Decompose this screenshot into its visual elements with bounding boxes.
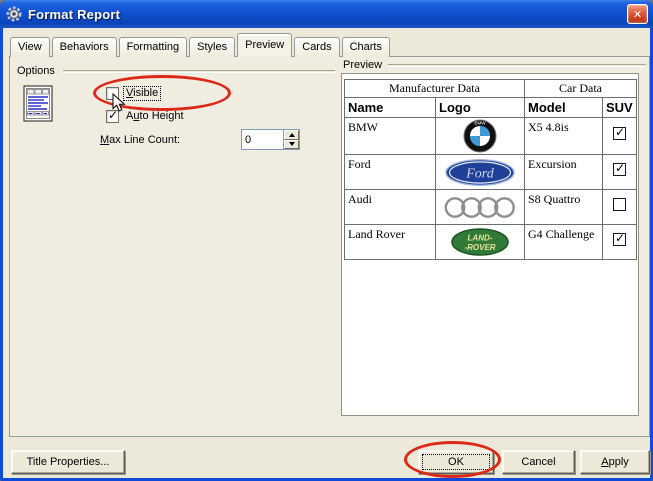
group-header-manufacturer: Manufacturer Data <box>345 80 525 98</box>
apply-button[interactable]: Apply <box>580 450 650 474</box>
ford-logo: Ford <box>445 159 515 186</box>
column-header-logo: Logo <box>436 98 525 118</box>
svg-text:-ROVER: -ROVER <box>464 243 495 252</box>
tab-behaviors[interactable]: Behaviors <box>52 37 117 57</box>
format-report-dialog: Format Report ✕ View Behaviors Formattin… <box>0 0 653 481</box>
cell-name: Audi <box>345 190 436 225</box>
preview-group-label: Preview <box>343 59 382 71</box>
max-line-count-label: Max Line Count: <box>100 134 180 146</box>
visible-checkbox[interactable] <box>106 87 119 100</box>
cell-model: X5 4.8is <box>525 118 603 155</box>
bmw-logo: BMW <box>463 119 497 153</box>
options-group-label: Options <box>17 65 55 77</box>
cell-name: BMW <box>345 118 436 155</box>
column-header-model: Model <box>525 98 603 118</box>
land-rover-logo: LAND- -ROVER <box>451 228 509 256</box>
auto-height-checkbox[interactable] <box>106 110 119 123</box>
preview-table: Manufacturer Data Car Data Name Logo Mod… <box>344 79 637 260</box>
tab-strip: View Behaviors Formatting Styles Preview… <box>10 33 392 57</box>
close-icon[interactable]: ✕ <box>627 4 648 24</box>
dialog-frame: Format Report ✕ View Behaviors Formattin… <box>0 0 653 481</box>
svg-text:LAND-: LAND- <box>468 234 493 243</box>
max-line-count-stepper <box>241 129 300 150</box>
ok-focus-rect <box>422 454 490 470</box>
max-line-count-input[interactable] <box>242 130 283 149</box>
suv-checkbox <box>613 233 626 246</box>
title-properties-button[interactable]: Title Properties... <box>11 450 125 474</box>
cancel-button[interactable]: Cancel <box>502 450 575 474</box>
preview-group-line <box>388 64 646 66</box>
svg-text:Ford: Ford <box>465 166 494 181</box>
cell-name: Ford <box>345 155 436 190</box>
cell-model: Excursion <box>525 155 603 190</box>
table-row: Audi S8 Quattro <box>345 190 637 225</box>
options-group-line <box>63 70 335 72</box>
cell-name: Land Rover <box>345 225 436 260</box>
window-title: Format Report <box>28 7 120 22</box>
tab-charts[interactable]: Charts <box>342 37 390 57</box>
table-row: Ford Ford Excursion <box>345 155 637 190</box>
ok-button[interactable]: OK <box>418 450 494 474</box>
audi-logo <box>444 196 516 219</box>
spin-up-icon[interactable] <box>284 130 299 140</box>
tab-styles[interactable]: Styles <box>189 37 235 57</box>
title-bar[interactable]: Format Report ✕ <box>0 0 653 28</box>
suv-checkbox <box>613 198 626 211</box>
spinner-buttons <box>283 130 299 149</box>
cell-model: S8 Quattro <box>525 190 603 225</box>
table-row: BMW BMW X5 4.8is <box>345 118 637 155</box>
suv-checkbox <box>613 163 626 176</box>
tab-view[interactable]: View <box>10 37 50 57</box>
group-header-car: Car Data <box>525 80 637 98</box>
auto-height-checkbox-label[interactable]: Auto Height <box>124 110 186 123</box>
svg-text:BMW: BMW <box>474 121 486 126</box>
column-header-suv: SUV <box>603 98 637 118</box>
visible-checkbox-label[interactable]: Visible <box>124 87 160 100</box>
tab-cards[interactable]: Cards <box>294 37 339 57</box>
suv-checkbox <box>613 127 626 140</box>
table-column-header-row: Name Logo Model SUV <box>345 98 637 118</box>
cell-model: G4 Challenge <box>525 225 603 260</box>
table-group-header-row: Manufacturer Data Car Data <box>345 80 637 98</box>
spin-down-icon[interactable] <box>284 140 299 150</box>
tab-formatting[interactable]: Formatting <box>119 37 188 57</box>
report-options-icon <box>23 85 54 123</box>
column-header-name: Name <box>345 98 436 118</box>
table-row: Land Rover LAND- -ROVER G4 Challenge <box>345 225 637 260</box>
gear-icon <box>6 6 22 22</box>
tab-preview[interactable]: Preview <box>237 33 292 57</box>
